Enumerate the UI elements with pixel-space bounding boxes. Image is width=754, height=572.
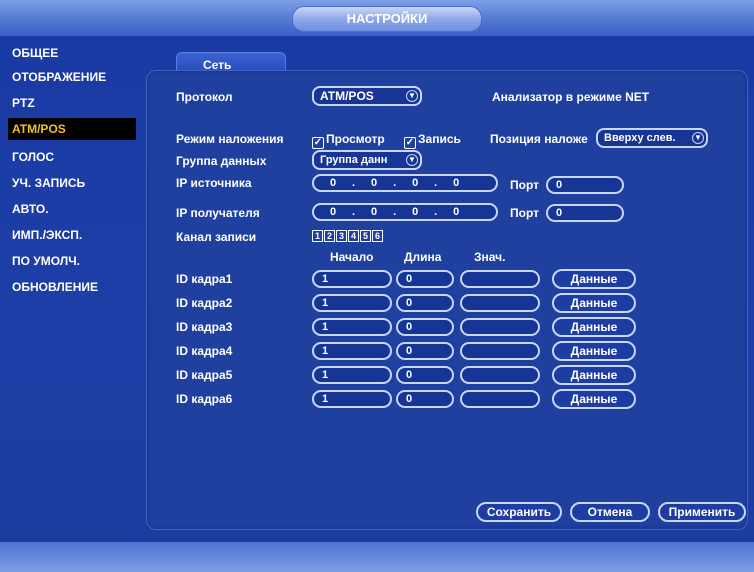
channel-5-checkbox[interactable]: 5 [360, 230, 371, 242]
record-label: Запись [418, 132, 461, 146]
protocol-select[interactable]: ATM/POS ▼ [312, 86, 422, 106]
save-button[interactable]: Сохранить [476, 502, 562, 522]
ip-octet: 0 [329, 177, 337, 189]
frame-length-input[interactable]: 0 [396, 270, 454, 288]
frame-label: ID кадра1 [176, 272, 233, 286]
chevron-down-icon: ▼ [406, 154, 418, 166]
ip-octet: 0 [453, 177, 460, 189]
frame-value-input[interactable] [460, 318, 540, 336]
ip-octet: 0 [453, 206, 460, 218]
frame-label: ID кадра3 [176, 320, 233, 334]
data-group-value: Группа данн [320, 154, 388, 166]
sidebar-item-import-export[interactable]: ИМП./ЭКСП. [8, 224, 136, 246]
frame-value-input[interactable] [460, 390, 540, 408]
channel-selector: 123456 [312, 228, 384, 242]
ip-octet: 0 [371, 177, 378, 189]
column-start: Начало [330, 250, 374, 264]
source-port-label: Порт [510, 178, 540, 192]
sidebar-item-display[interactable]: ОТОБРАЖЕНИЕ [8, 66, 136, 88]
overlay-position-label: Позиция наложе [490, 132, 588, 146]
protocol-value: ATM/POS [320, 89, 374, 103]
record-channel-label: Канал записи [176, 230, 257, 244]
frame-data-button[interactable]: Данные [552, 389, 636, 409]
analyzer-status: Анализатор в режиме NET [492, 90, 650, 104]
channel-2-checkbox[interactable]: 2 [324, 230, 335, 242]
sidebar-item-upgrade[interactable]: ОБНОВЛЕНИЕ [8, 276, 136, 298]
sidebar-item-ptz[interactable]: PTZ [8, 92, 136, 114]
overlay-position-select[interactable]: Вверху слев. ▼ [596, 128, 708, 148]
frame-value-input[interactable] [460, 294, 540, 312]
data-group-select[interactable]: Группа данн ▼ [312, 150, 422, 170]
dest-ip-input[interactable]: 0.0.0.0 [312, 203, 498, 221]
record-checkbox[interactable]: ✓ Запись [404, 132, 461, 149]
frame-start-input[interactable]: 1 [312, 294, 392, 312]
overlay-mode-label: Режим наложения [176, 132, 284, 146]
preview-checkbox[interactable]: ✓ Просмотр [312, 132, 385, 149]
sidebar-item-general[interactable]: ОБЩЕЕ [8, 42, 136, 64]
protocol-label: Протокол [176, 90, 233, 104]
frame-start-input[interactable]: 1 [312, 366, 392, 384]
frame-start-input[interactable]: 1 [312, 342, 392, 360]
frame-data-button[interactable]: Данные [552, 293, 636, 313]
ip-octet: 0 [329, 206, 337, 218]
frame-value-input[interactable] [460, 342, 540, 360]
ip-octet: 0 [371, 206, 378, 218]
frame-length-input[interactable]: 0 [396, 390, 454, 408]
checkbox-checked-icon: ✓ [404, 137, 416, 149]
frame-length-input[interactable]: 0 [396, 294, 454, 312]
sidebar-item-account[interactable]: УЧ. ЗАПИСЬ [8, 172, 136, 194]
source-port-input[interactable]: 0 [546, 176, 624, 194]
frame-data-button[interactable]: Данные [552, 269, 636, 289]
column-length: Длина [404, 250, 442, 264]
cancel-button[interactable]: Отмена [570, 502, 650, 522]
frame-data-button[interactable]: Данные [552, 317, 636, 337]
frame-length-input[interactable]: 0 [396, 342, 454, 360]
sidebar-item-atm-pos[interactable]: ATM/POS [8, 118, 136, 140]
frame-start-input[interactable]: 1 [312, 390, 392, 408]
frame-data-button[interactable]: Данные [552, 365, 636, 385]
settings-screen: НАСТРОЙКИ ОБЩЕЕ ОТОБРАЖЕНИЕ PTZ ATM/POS … [0, 0, 754, 572]
frame-start-input[interactable]: 1 [312, 318, 392, 336]
frame-value-input[interactable] [460, 366, 540, 384]
frame-label: ID кадра4 [176, 344, 233, 358]
channel-4-checkbox[interactable]: 4 [348, 230, 359, 242]
preview-label: Просмотр [326, 132, 385, 146]
chevron-down-icon: ▼ [406, 90, 418, 102]
sidebar-item-default[interactable]: ПО УМОЛЧ. [8, 250, 136, 272]
chevron-down-icon: ▼ [692, 132, 704, 144]
frame-start-input[interactable]: 1 [312, 270, 392, 288]
apply-button[interactable]: Применить [658, 502, 746, 522]
frame-data-button[interactable]: Данные [552, 341, 636, 361]
dest-ip-label: IP получателя [176, 206, 260, 220]
data-group-label: Группа данных [176, 154, 267, 168]
checkbox-checked-icon: ✓ [312, 137, 324, 149]
overlay-position-value: Вверху слев. [604, 132, 676, 144]
channel-3-checkbox[interactable]: 3 [336, 230, 347, 242]
source-ip-label: IP источника [176, 176, 252, 190]
frame-label: ID кадра6 [176, 392, 233, 406]
title-bar: НАСТРОЙКИ [0, 0, 754, 36]
frame-value-input[interactable] [460, 270, 540, 288]
channel-1-checkbox[interactable]: 1 [312, 230, 323, 242]
sidebar-item-voice[interactable]: ГОЛОС [8, 146, 136, 168]
window-title: НАСТРОЙКИ [292, 6, 482, 32]
bottom-bar [0, 542, 754, 572]
ip-octet: 0 [412, 206, 419, 218]
frame-length-input[interactable]: 0 [396, 366, 454, 384]
frame-label: ID кадра5 [176, 368, 233, 382]
ip-octet: 0 [412, 177, 419, 189]
dest-port-input[interactable]: 0 [546, 204, 624, 222]
frame-label: ID кадра2 [176, 296, 233, 310]
column-value: Знач. [474, 250, 506, 264]
sidebar-item-auto[interactable]: АВТО. [8, 198, 136, 220]
source-ip-input[interactable]: 0.0.0.0 [312, 174, 498, 192]
channel-6-checkbox[interactable]: 6 [372, 230, 383, 242]
frame-length-input[interactable]: 0 [396, 318, 454, 336]
dest-port-label: Порт [510, 206, 540, 220]
